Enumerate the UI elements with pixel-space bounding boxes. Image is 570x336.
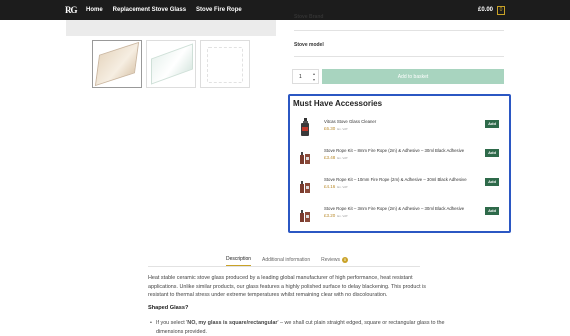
product-thumbnail-3[interactable] [200,40,250,88]
accessory-price: £3.20 Ex. VAT [324,213,348,218]
cart-link[interactable]: £0.00 0 [478,0,506,20]
accessory-item: Stove Rope Kit – 10mm Fire Rope (2m) & A… [294,174,506,198]
product-description: Heat stable ceramic stove glass produced… [148,275,426,299]
accessory-price: £3.48 Ex. VAT [324,155,348,160]
add-accessory-button[interactable]: Add [485,178,499,186]
tab-description[interactable]: Description [226,256,252,266]
add-accessory-button[interactable]: Add [485,120,499,128]
adhesive-bottle-icon [300,210,310,222]
cart-count-badge: 0 [497,5,506,15]
accessory-name[interactable]: Stove Rope Kit – 10mm Fire Rope (2m) & A… [324,177,467,182]
product-thumbnail-1[interactable] [92,40,142,88]
stove-brand-label: Stove Brand [294,14,324,20]
main-product-image[interactable] [66,20,276,36]
nav-home[interactable]: Home [86,7,103,13]
spray-bottle-icon [301,118,309,136]
nav-stove-fire-rope[interactable]: Stove Fire Rope [196,7,242,13]
tab-additional-information[interactable]: Additional information [262,257,310,266]
stove-model-field[interactable] [294,56,504,57]
reviews-count-badge: 0 [342,256,349,263]
accessory-item: Stove Rope Kit – 8mm Fire Rope (2m) & Ad… [294,145,506,169]
site-logo[interactable]: RG [65,4,78,16]
accessory-item: Vitcas Stove Glass Cleaner £6.30 Ex. VAT … [294,116,506,140]
quantity-stepper[interactable]: 1 ▴ ▾ [292,69,319,84]
add-to-basket-button[interactable]: Add to basket [322,69,504,84]
accessory-name[interactable]: Stove Rope Kit – 3mm Fire Rope (2m) & Ad… [324,206,464,211]
accessory-price: £4.16 Ex. VAT [324,184,348,189]
stove-model-label: Stove model [294,42,324,48]
accessory-item: Stove Rope Kit – 3mm Fire Rope (2m) & Ad… [294,203,506,227]
main-nav: Home Replacement Stove Glass Stove Fire … [86,0,242,20]
stepper-arrows-icon[interactable]: ▴ ▾ [313,71,315,83]
accessory-name[interactable]: Stove Rope Kit – 8mm Fire Rope (2m) & Ad… [324,148,464,153]
tab-reviews[interactable]: Reviews 0 [321,256,349,266]
glass-outline-image [207,47,243,83]
shaped-glass-bullet: If you select 'NO, my glass is square/re… [150,319,446,336]
accessory-price: £6.30 Ex. VAT [324,126,348,131]
tab-divider [148,266,420,267]
glass-panel-image [151,43,193,85]
shaped-glass-heading: Shaped Glass? [148,305,189,311]
top-navigation-bar: RG Home Replacement Stove Glass Stove Fi… [0,0,570,20]
glass-panel-image [94,41,140,87]
cart-total: £0.00 [478,7,494,13]
product-thumbnail-2[interactable] [146,40,196,88]
add-accessory-button[interactable]: Add [485,149,499,157]
stove-brand-field[interactable] [294,30,504,31]
quantity-value: 1 [299,73,302,80]
nav-replacement-stove-glass[interactable]: Replacement Stove Glass [113,7,186,13]
adhesive-bottle-icon [300,152,310,164]
adhesive-bottle-icon [300,181,310,193]
accessories-title: Must Have Accessories [293,99,383,108]
accessory-name[interactable]: Vitcas Stove Glass Cleaner [324,119,376,124]
add-accessory-button[interactable]: Add [485,207,499,215]
product-tabs: Description Additional information Revie… [226,256,349,266]
